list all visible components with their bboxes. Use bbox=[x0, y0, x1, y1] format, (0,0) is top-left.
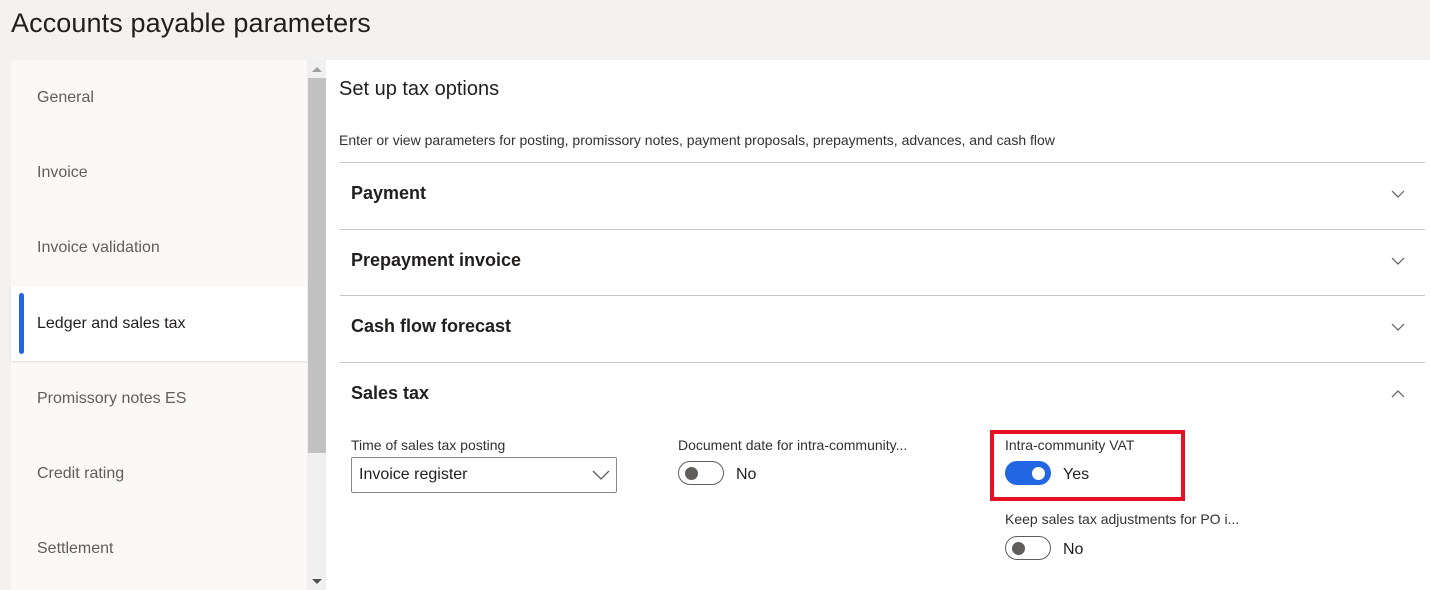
sidebar-item-label: Invoice validation bbox=[37, 238, 160, 256]
toggle-knob bbox=[1032, 466, 1045, 480]
chevron-down-icon bbox=[1391, 254, 1405, 268]
section-description: Enter or view parameters for posting, pr… bbox=[339, 132, 1055, 148]
select-value: Invoice register bbox=[359, 466, 468, 483]
sidebar-item-ledger-and-sales-tax[interactable]: Ledger and sales tax bbox=[11, 286, 307, 361]
main-panel: Set up tax options Enter or view paramet… bbox=[326, 60, 1430, 590]
chevron-down-icon bbox=[592, 468, 610, 487]
keep-sales-tax-adjustments-value: No bbox=[1063, 541, 1084, 558]
sidebar-item-label: Ledger and sales tax bbox=[37, 314, 186, 332]
fasttab-sales-tax[interactable]: Sales tax bbox=[340, 362, 1425, 429]
chevron-down-icon bbox=[1391, 187, 1405, 201]
intra-community-vat-label: Intra-community VAT bbox=[1005, 437, 1135, 453]
document-date-intra-community-label: Document date for intra-community... bbox=[678, 437, 908, 453]
section-title: Set up tax options bbox=[339, 78, 500, 100]
sidebar-item-label: Settlement bbox=[37, 539, 114, 557]
fasttab-prepayment-invoice[interactable]: Prepayment invoice bbox=[340, 229, 1425, 296]
document-date-intra-community-value: No bbox=[736, 466, 757, 483]
chevron-down-icon bbox=[1391, 320, 1405, 334]
sidebar-item-credit-rating[interactable]: Credit rating bbox=[11, 436, 307, 511]
keep-sales-tax-adjustments-label: Keep sales tax adjustments for PO i... bbox=[1005, 511, 1240, 527]
sidebar-item-label: Credit rating bbox=[37, 464, 125, 482]
keep-sales-tax-adjustments-toggle[interactable] bbox=[1005, 536, 1051, 560]
toggle-knob bbox=[1012, 541, 1025, 555]
document-date-intra-community-toggle[interactable] bbox=[678, 461, 724, 485]
sidebar-item-label: General bbox=[37, 88, 94, 106]
fasttab-label: Prepayment invoice bbox=[351, 250, 522, 270]
fasttab-payment[interactable]: Payment bbox=[340, 162, 1425, 229]
chevron-up-icon bbox=[1391, 387, 1405, 401]
sidebar-item-invoice-validation[interactable]: Invoice validation bbox=[11, 210, 307, 285]
sidebar-nav: General Invoice Invoice validation Ledge… bbox=[11, 60, 307, 590]
triangle-up-icon bbox=[311, 66, 322, 72]
time-of-sales-tax-posting-label: Time of sales tax posting bbox=[351, 437, 506, 453]
fasttab-label: Payment bbox=[351, 183, 427, 203]
triangle-down-icon bbox=[311, 578, 322, 584]
active-indicator bbox=[19, 293, 24, 354]
sidebar-item-label: Invoice bbox=[37, 163, 88, 181]
toggle-knob bbox=[685, 466, 698, 480]
sidebar-scrollbar[interactable] bbox=[307, 60, 326, 590]
fasttab-label: Sales tax bbox=[351, 383, 430, 403]
sidebar-item-label: Promissory notes ES bbox=[37, 389, 187, 407]
sidebar-item-invoice[interactable]: Invoice bbox=[11, 135, 307, 210]
intra-community-vat-toggle[interactable] bbox=[1005, 461, 1051, 485]
scroll-down-button[interactable] bbox=[307, 572, 326, 590]
fasttab-label: Cash flow forecast bbox=[351, 316, 512, 336]
scrollbar-thumb[interactable] bbox=[308, 78, 326, 453]
intra-community-vat-value: Yes bbox=[1063, 466, 1090, 483]
sidebar-item-general[interactable]: General bbox=[11, 60, 307, 135]
sidebar-item-promissory-notes-es[interactable]: Promissory notes ES bbox=[11, 361, 307, 436]
time-of-sales-tax-posting-select[interactable]: Invoice register bbox=[351, 457, 617, 493]
page-title: Accounts payable parameters bbox=[11, 8, 371, 38]
sidebar-item-settlement[interactable]: Settlement bbox=[11, 511, 307, 586]
scroll-up-button[interactable] bbox=[307, 60, 326, 78]
fasttab-cash-flow-forecast[interactable]: Cash flow forecast bbox=[340, 295, 1425, 362]
